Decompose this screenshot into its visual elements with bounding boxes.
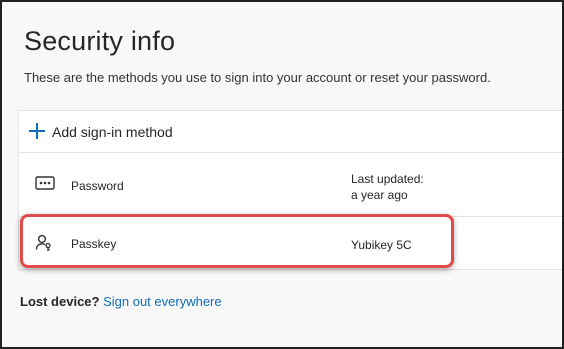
method-row-password: Password Last updated: a year ago bbox=[19, 153, 562, 217]
page-title: Security info bbox=[24, 26, 176, 56]
security-info-panel: Security info These are the methods you … bbox=[0, 0, 564, 349]
add-sign-in-method-button[interactable]: Add sign-in method bbox=[19, 111, 562, 153]
lost-device-text: Lost device? bbox=[20, 294, 100, 309]
sign-out-everywhere-link[interactable]: Sign out everywhere bbox=[103, 294, 222, 309]
method-name-passkey: Passkey bbox=[71, 237, 117, 251]
plus-icon bbox=[29, 123, 45, 139]
page-subtitle: These are the methods you use to sign in… bbox=[24, 70, 491, 85]
password-last-updated: Last updated: a year ago bbox=[351, 171, 424, 203]
last-updated-label: Last updated: bbox=[351, 172, 424, 186]
last-updated-value: a year ago bbox=[351, 188, 408, 202]
passkey-device-name: Yubikey 5C bbox=[351, 238, 412, 252]
add-sign-in-method-label: Add sign-in method bbox=[52, 124, 173, 140]
methods-list: Add sign-in method Password Last updated… bbox=[18, 110, 562, 271]
footer: Lost device? Sign out everywhere bbox=[20, 294, 222, 309]
passkey-person-key-icon bbox=[35, 234, 53, 257]
method-row-passkey: Passkey Yubikey 5C bbox=[19, 217, 562, 271]
password-dots-icon bbox=[35, 176, 55, 195]
method-name-password: Password bbox=[71, 179, 124, 193]
